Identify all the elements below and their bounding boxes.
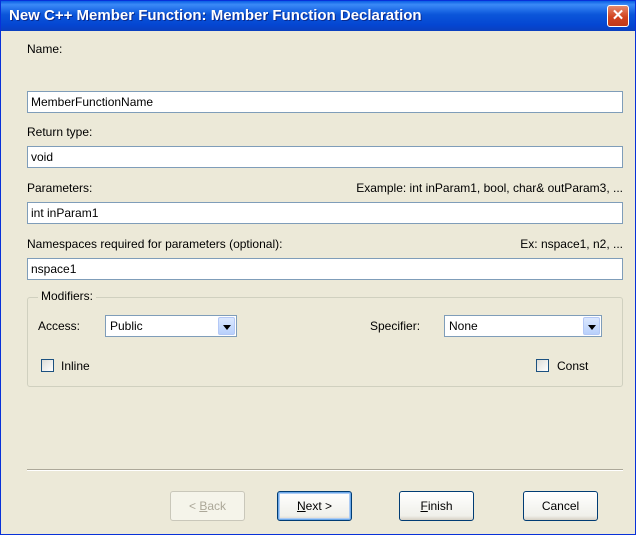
specifier-dropdown[interactable]: None — [444, 315, 602, 337]
chevron-down-icon[interactable] — [218, 317, 235, 335]
dialog-title: New C++ Member Function: Member Function… — [9, 7, 422, 24]
chevron-down-icon[interactable] — [583, 317, 600, 335]
name-input[interactable] — [27, 91, 623, 113]
button-separator — [27, 469, 623, 471]
parameters-input[interactable] — [27, 202, 623, 224]
return-type-label: Return type: — [27, 125, 93, 139]
namespaces-hint: Ex: nspace1, n2, ... — [520, 237, 623, 251]
next-button[interactable]: Next > — [277, 491, 352, 521]
finish-rest: inish — [427, 499, 453, 513]
namespaces-input[interactable] — [27, 258, 623, 280]
const-label[interactable]: Const — [557, 359, 588, 373]
back-rest: ack — [207, 499, 227, 513]
inline-checkbox[interactable] — [41, 359, 54, 372]
finish-button[interactable]: Finish — [399, 491, 474, 521]
close-icon: ✕ — [611, 7, 625, 24]
parameters-hint: Example: int inParam1, bool, char& outPa… — [356, 181, 623, 195]
back-prefix: < — [188, 499, 200, 513]
finish-mnemonic: F — [420, 499, 428, 513]
modifiers-group-label: Modifiers: — [38, 289, 97, 303]
return-type-input[interactable] — [27, 146, 623, 168]
name-label: Name: — [27, 42, 63, 56]
cancel-button[interactable]: Cancel — [523, 491, 598, 521]
next-mnemonic: N — [296, 499, 306, 513]
specifier-label: Specifier: — [370, 319, 421, 333]
const-checkbox[interactable] — [536, 359, 549, 372]
access-dropdown[interactable]: Public — [105, 315, 237, 337]
back-button[interactable]: < Back — [170, 491, 245, 521]
modifiers-group — [27, 297, 623, 387]
namespaces-label: Namespaces required for parameters (opti… — [27, 237, 283, 251]
inline-label[interactable]: Inline — [61, 359, 90, 373]
close-button[interactable]: ✕ — [607, 5, 629, 27]
access-selected-value: Public — [110, 319, 143, 333]
specifier-selected-value: None — [449, 319, 478, 333]
parameters-label: Parameters: — [27, 181, 93, 195]
next-rest: ext > — [305, 499, 333, 513]
dialog-window: New C++ Member Function: Member Function… — [0, 0, 636, 535]
access-label: Access: — [38, 319, 81, 333]
title-bar[interactable]: New C++ Member Function: Member Function… — [1, 1, 635, 31]
